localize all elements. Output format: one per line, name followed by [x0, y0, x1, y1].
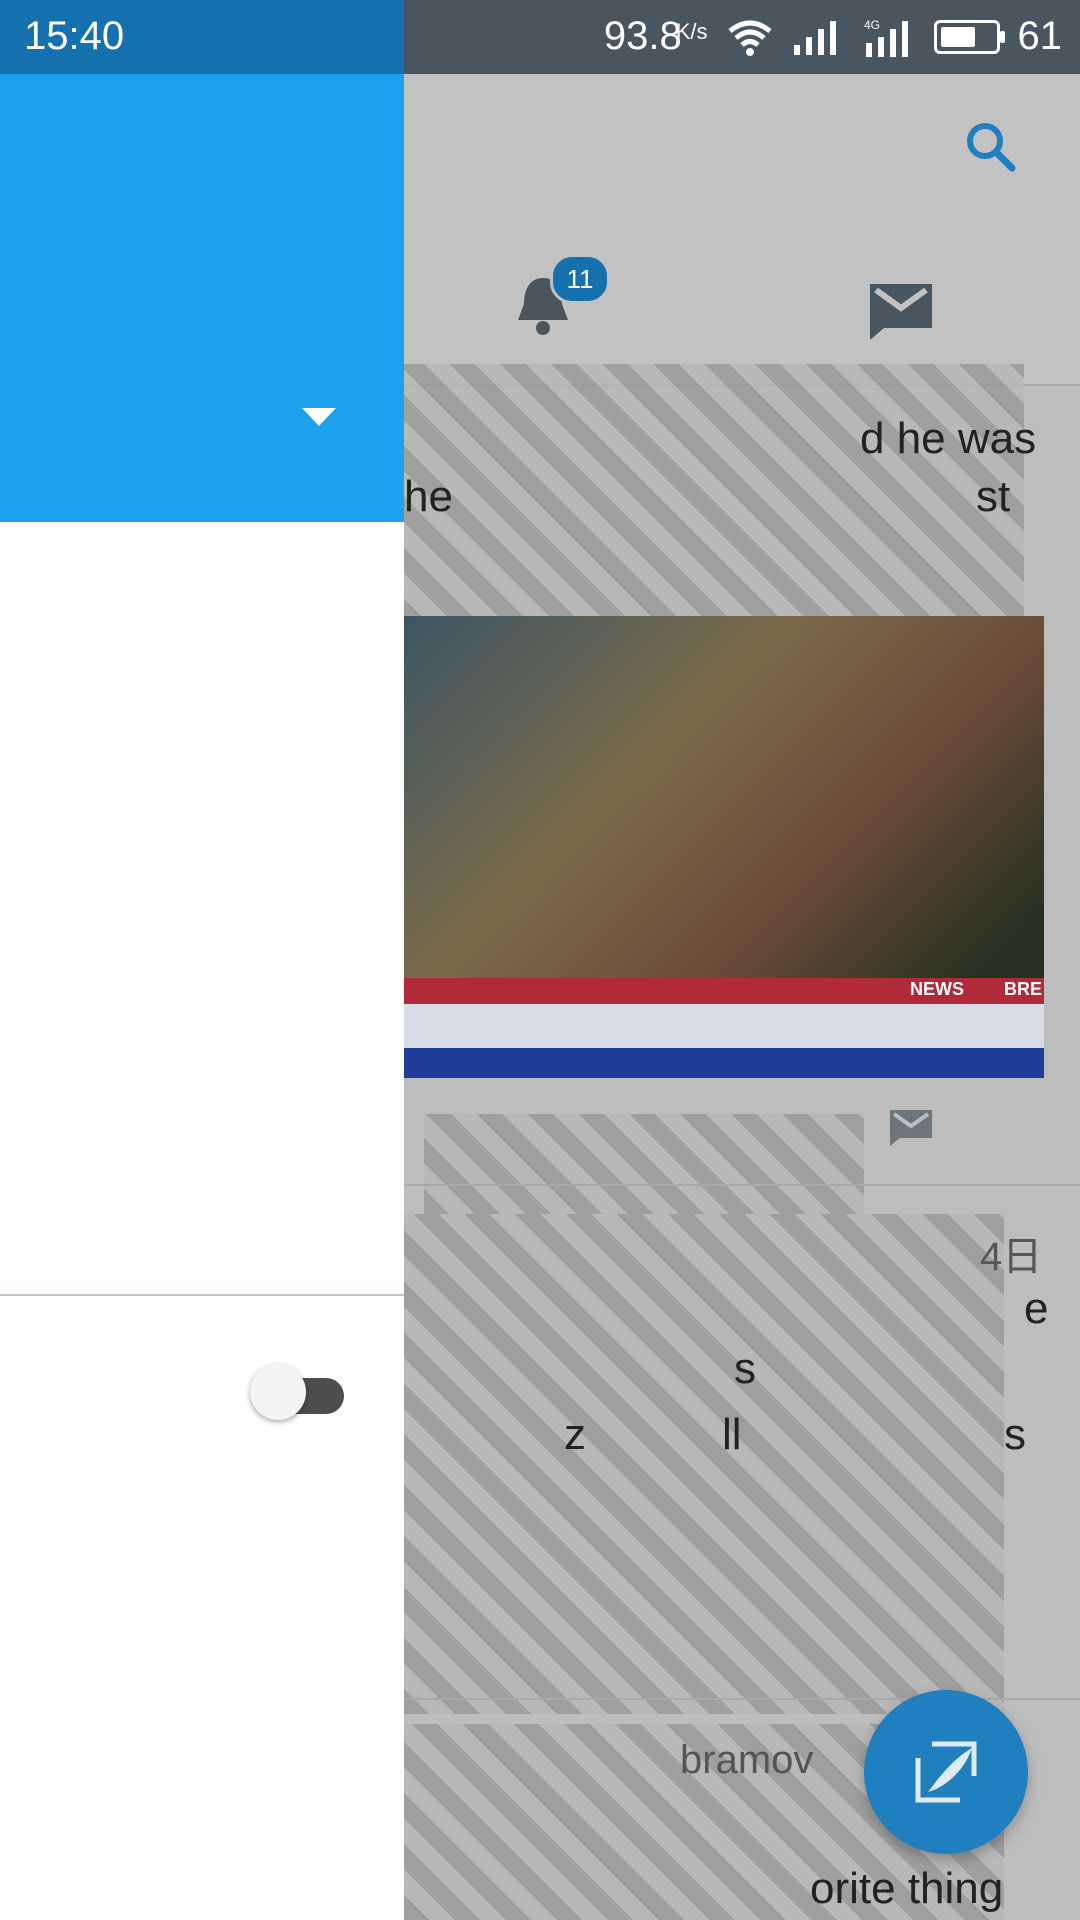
tweet-text-fragment: e	[1024, 1284, 1049, 1333]
tweet-divider	[404, 1184, 1080, 1186]
news-label: BRE	[1003, 979, 1042, 999]
tweet-text-fragment: z	[564, 1410, 586, 1459]
messages-envelope-icon[interactable]	[866, 274, 936, 344]
svg-text:4G: 4G	[864, 18, 880, 32]
news-ticker-band	[404, 1048, 1044, 1078]
signal-4g-icon: 4G	[864, 18, 908, 57]
battery-level: 61	[1017, 14, 1063, 58]
battery-icon	[933, 19, 1005, 54]
account-switcher-caret-icon[interactable]	[302, 408, 336, 426]
search-icon[interactable]	[964, 120, 1016, 172]
drawer-divider	[0, 1294, 404, 1296]
toggle-knob	[250, 1364, 306, 1420]
status-bar: 15:40 93.8K/s 4G 61	[0, 0, 1080, 74]
top-app-bar: 11	[404, 74, 1080, 386]
status-indicators: 93.8K/s 4G 61	[604, 14, 1062, 59]
obscured-content	[424, 1114, 864, 1214]
tweet-text-fragment: d he was	[860, 414, 1037, 463]
compose-quill-icon	[915, 1741, 977, 1803]
tweet-text-fragment: he	[404, 472, 453, 521]
network-speed: 93.8K/s	[603, 14, 708, 58]
news-ticker-band	[404, 1004, 1044, 1048]
notifications-badge: 11	[550, 254, 610, 304]
main-content: 11 d he was he st NEWS BRE 4日 e s z ll s…	[404, 74, 1080, 1920]
tweet-media-image[interactable]: NEWS BRE	[404, 616, 1044, 1078]
status-time: 15:40	[24, 14, 125, 58]
tweet-username: bramov	[680, 1738, 814, 1782]
obscured-content	[404, 1214, 1004, 1714]
tweet-text-fragment: st	[976, 472, 1011, 521]
navigation-drawer	[0, 74, 404, 1920]
status-bar-drawer-tint: 15:40	[0, 0, 404, 74]
obscured-content	[404, 364, 1024, 624]
wifi-icon	[727, 20, 772, 56]
drawer-header	[0, 74, 404, 522]
tweet-text-fragment: orite thing	[810, 1864, 1004, 1913]
news-label: NEWS	[910, 979, 964, 999]
signal-icon	[793, 20, 836, 55]
tweet-text-fragment: s	[734, 1344, 756, 1393]
tweet-date: 4日	[980, 1235, 1043, 1279]
direct-message-icon[interactable]	[888, 1106, 934, 1146]
tweet-text-fragment: s	[1004, 1410, 1026, 1459]
night-mode-toggle[interactable]	[250, 1364, 348, 1424]
compose-tweet-button[interactable]	[864, 1690, 1028, 1854]
tweet-text-fragment: ll	[722, 1410, 742, 1459]
